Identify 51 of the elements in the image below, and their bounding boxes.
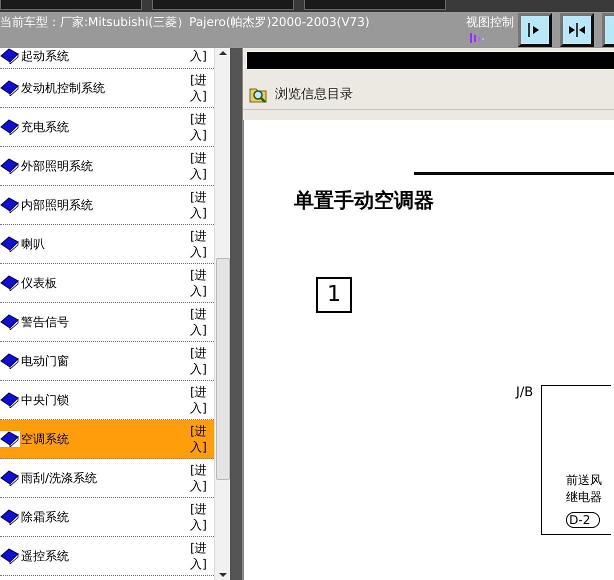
system-list-item[interactable]: 起动系统 入] <box>0 48 214 69</box>
enter-link[interactable]: [进入] <box>190 228 212 260</box>
enter-link[interactable]: [进入] <box>190 150 212 182</box>
browse-catalog-link[interactable]: 浏览信息目录 <box>275 85 353 103</box>
enter-link[interactable]: [进入] <box>190 540 212 572</box>
system-name: 起动系统 <box>21 48 70 65</box>
scroll-up-icon[interactable] <box>218 50 228 56</box>
enter-link[interactable]: [进入] <box>190 462 212 494</box>
section-number: 1 <box>316 277 352 313</box>
enter-link[interactable]: [进入] <box>190 111 212 143</box>
relay-label: 前送风 <box>566 472 604 489</box>
document-heading: 单置手动空调器 <box>294 187 435 214</box>
enter-link[interactable]: [进入] <box>190 423 212 455</box>
taskbar-tab[interactable] <box>304 0 446 10</box>
scrollbar[interactable] <box>214 48 230 580</box>
system-name: 雨刮/洗涤系统 <box>21 470 98 486</box>
enter-link[interactable]: [进入] <box>190 384 212 416</box>
connector-label: D-2 <box>566 512 600 528</box>
enter-link[interactable]: [进入] <box>190 189 212 221</box>
enter-link[interactable]: [进入] <box>190 345 212 377</box>
scroll-down-icon[interactable] <box>218 572 228 578</box>
system-name: 充电系统 <box>21 118 70 136</box>
system-name: 外部照明系统 <box>21 158 94 174</box>
enter-link[interactable]: [进入] <box>190 72 212 104</box>
enter-link[interactable]: [进入] <box>190 501 212 533</box>
relay-label: 继电器 <box>566 489 604 506</box>
taskbar-tab[interactable] <box>0 0 142 10</box>
system-name: 空调系统 <box>21 430 70 448</box>
enter-link[interactable]: [进入] <box>190 306 212 338</box>
system-list-item[interactable]: 空调系统 [进入] <box>0 420 214 459</box>
enter-link[interactable]: 入] <box>190 48 212 64</box>
signal-icon <box>470 33 484 43</box>
system-name: 喇叭 <box>21 236 46 252</box>
arrow-icon <box>567 20 587 40</box>
view-control-label: 视图控制 <box>466 14 514 31</box>
book-icon <box>0 431 20 447</box>
junction-block-label: J/B <box>516 385 534 400</box>
scroll-thumb[interactable] <box>216 258 230 480</box>
vehicle-title: 当前车型：厂家:Mitsubishi(三菱）Pajero(帕杰罗)2000-2003(V73) <box>0 14 371 31</box>
view-button[interactable] <box>560 13 594 47</box>
taskbar-tab[interactable] <box>152 0 294 10</box>
view-button[interactable] <box>518 13 552 47</box>
system-name: 发动机控制系统 <box>21 80 106 96</box>
system-name: 仪表板 <box>21 274 58 292</box>
system-name: 警告信号 <box>21 314 70 330</box>
system-name: 中央门锁 <box>21 392 70 408</box>
system-name: 内部照明系统 <box>21 196 94 214</box>
system-name: 遥控系统 <box>21 548 70 564</box>
system-name: 除霜系统 <box>21 508 70 526</box>
enter-link[interactable]: [进入] <box>190 267 212 299</box>
system-name: 电动门窗 <box>21 352 70 370</box>
